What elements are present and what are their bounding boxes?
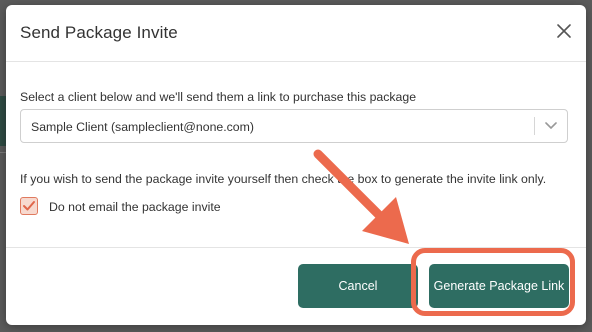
client-select[interactable]: Sample Client (sampleclient@none.com) [20,109,568,143]
dialog-title: Send Package Invite [20,23,178,42]
dialog-header: Send Package Invite [6,5,586,62]
select-instruction-text: Select a client below and we'll send the… [20,90,417,104]
self-send-instruction-text: If you wish to send the package invite y… [20,172,547,186]
close-button[interactable] [554,21,574,41]
client-select-value: Sample Client (sampleclient@none.com) [31,120,254,134]
do-not-email-checkbox[interactable] [20,197,38,215]
select-separator [534,117,535,135]
send-package-invite-dialog: Send Package Invite Select a client belo… [6,5,586,325]
chevron-down-icon[interactable] [543,119,559,133]
close-icon [557,24,571,38]
do-not-email-label: Do not email the package invite [49,200,221,214]
generate-package-link-button[interactable]: Generate Package Link [429,264,569,308]
cancel-button[interactable]: Cancel [298,264,418,308]
checkmark-icon [23,201,35,211]
footer-divider [6,247,586,248]
